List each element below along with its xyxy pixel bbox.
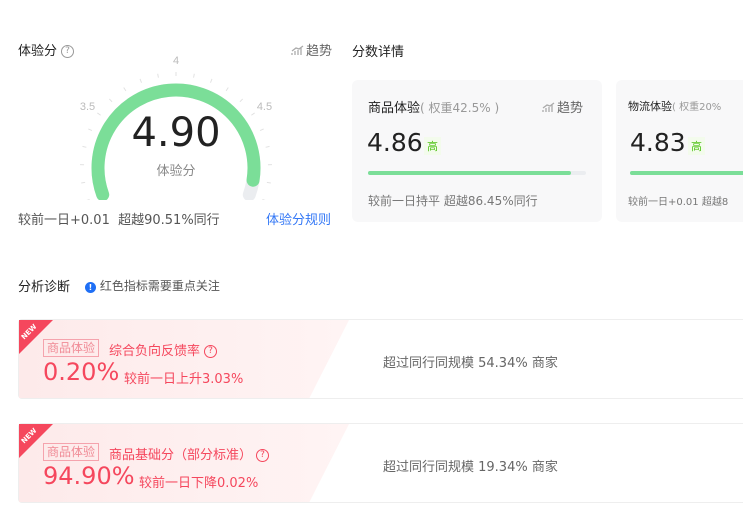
info-icon: ! <box>85 282 96 293</box>
gauge-tick <box>239 98 244 103</box>
detail-exceed-text: 超越8 <box>701 197 729 208</box>
trend-icon <box>542 102 555 112</box>
detail-card-logistics[interactable]: 物流体验( 权重20% 4.83 高 较前一日+0.01 超越8 <box>616 80 743 222</box>
trend-label: 趋势 <box>557 101 584 116</box>
detail-card-value: 4.83 <box>630 128 686 157</box>
level-badge: 高 <box>424 137 441 155</box>
gauge-tick <box>139 78 142 83</box>
diagnosis-item[interactable]: NEW 商品体验 综合负向反馈率? 0.20% 较前一日上升3.03% 超过同行… <box>18 319 743 399</box>
peer-compare: 超过同行同规模 54.34% 商家 <box>383 356 558 371</box>
gauge-tick <box>210 78 213 83</box>
metric-change: 较前一日上升3.03% <box>124 372 244 387</box>
notice-text: 红色指标需要重点关注 <box>99 279 220 293</box>
gauge-tick <box>266 181 271 184</box>
detail-trend-button[interactable]: 趋势 <box>542 97 583 116</box>
gauge-tick <box>262 198 266 200</box>
metric-name: 综合负向反馈率? <box>109 340 218 359</box>
diagnosis-item[interactable]: NEW 商品体验 商品基础分（部分标准）? 94.90% 较前一日下降0.02%… <box>18 423 743 503</box>
detail-compare: 较前一日持平 超越86.45%同行 <box>368 192 538 209</box>
score-compare-text: 较前一日+0.01 <box>18 213 110 228</box>
score-rules-link[interactable]: 体验分规则 <box>266 209 331 228</box>
category-tag: 商品体验 <box>43 339 100 357</box>
gauge-tick <box>86 198 90 200</box>
peer-compare: 超过同行同规模 19.34% 商家 <box>383 460 558 475</box>
gauge-tick <box>81 181 86 184</box>
metric-change: 较前一日下降0.02% <box>139 476 259 491</box>
detail-card-value: 4.86 <box>367 128 423 157</box>
detail-compare: 较前一日+0.01 超越8 <box>628 193 728 208</box>
metric-name-text: 综合负向反馈率 <box>109 344 201 359</box>
score-value: 4.90 <box>131 110 221 156</box>
detail-card-product[interactable]: 商品体验( 权重42.5% ) 趋势 4.86 高 较前一日持平 超越86.45… <box>352 80 602 222</box>
detail-card-title: 物流体验( 权重20% <box>628 98 721 114</box>
detail-compare-text: 较前一日+0.01 <box>628 197 699 208</box>
score-compare: 较前一日+0.01 超越90.51%同行 <box>18 209 220 228</box>
diagnosis-notice: ! 红色指标需要重点关注 <box>85 277 220 294</box>
detail-compare-text: 较前一日持平 <box>368 194 441 208</box>
details-title: 分数详情 <box>352 45 405 60</box>
metric-value: 0.20% <box>43 358 120 386</box>
gauge-tick <box>108 98 113 103</box>
category-tag: 商品体验 <box>43 443 100 461</box>
gauge-tick <box>193 73 195 78</box>
diagnosis-title: 分析诊断 <box>18 280 71 295</box>
level-badge: 高 <box>688 137 705 155</box>
detail-card-weight: ( 权重42.5% ) <box>420 101 500 115</box>
detail-card-name: 物流体验 <box>628 100 672 113</box>
metric-name-text: 商品基础分（部分标准） <box>109 448 253 463</box>
help-icon[interactable]: ? <box>204 345 218 358</box>
metric-name: 商品基础分（部分标准）? <box>109 444 270 463</box>
gauge-tick <box>225 87 229 92</box>
detail-progress <box>368 171 586 175</box>
progress-fill <box>630 171 743 175</box>
progress-fill <box>368 171 571 175</box>
detail-progress <box>630 171 743 175</box>
score-value-label: 体验分 <box>156 164 196 179</box>
gauge-tick-label: 4 <box>173 55 179 67</box>
gauge-tick <box>123 87 127 92</box>
detail-card-weight: ( 权重20% <box>672 102 722 113</box>
help-icon[interactable]: ? <box>256 449 270 462</box>
gauge-tick <box>157 73 159 78</box>
detail-card-title: 商品体验( 权重42.5% ) <box>368 97 499 116</box>
metric-value: 94.90% <box>43 462 135 490</box>
score-exceed-text: 超越90.51%同行 <box>118 213 220 228</box>
detail-card-name: 商品体验 <box>368 101 421 116</box>
detail-exceed-text: 超越86.45%同行 <box>443 194 538 208</box>
